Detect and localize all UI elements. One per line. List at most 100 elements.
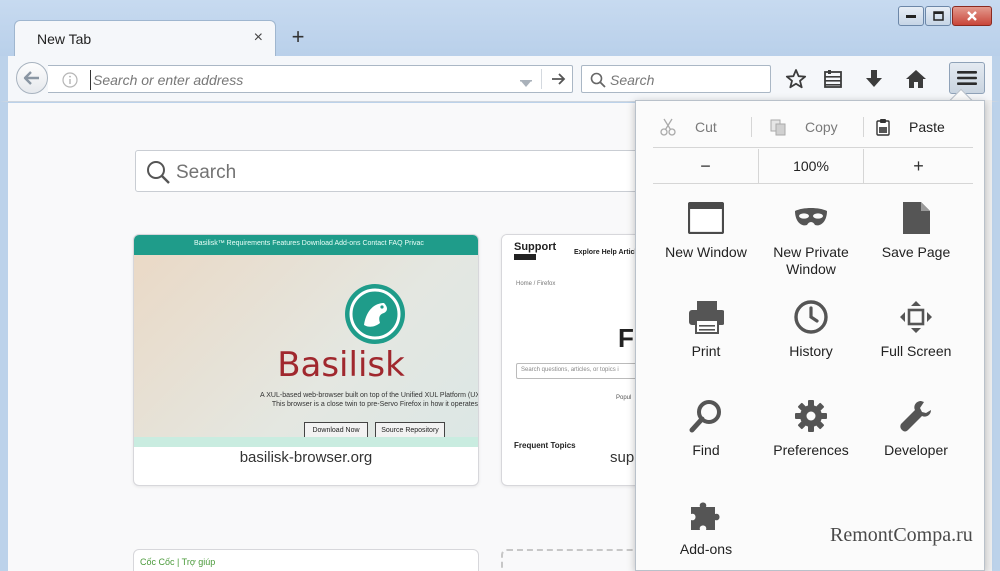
menu-separator <box>653 183 973 184</box>
zoom-out-button[interactable]: − <box>653 149 758 183</box>
support-logo-bar <box>514 254 536 260</box>
copy-icon <box>769 118 787 136</box>
edit-separator <box>751 117 752 137</box>
fullscreen-icon <box>898 299 934 335</box>
maximize-button[interactable] <box>925 6 951 26</box>
add-ons-button[interactable]: Add-ons <box>653 497 759 571</box>
developer-label: Developer <box>884 442 948 458</box>
watermark-text: RemontCompa.ru <box>830 524 973 546</box>
print-button[interactable]: Print <box>653 299 759 389</box>
search-input[interactable] <box>610 70 760 90</box>
info-icon[interactable] <box>62 72 78 93</box>
basilisk-footer-strip <box>134 437 478 447</box>
back-button[interactable] <box>16 62 48 94</box>
page-search-box[interactable]: Search <box>135 150 655 192</box>
basilisk-hero: Basilisk A XUL-based web-browser built o… <box>134 255 479 440</box>
minimize-icon <box>906 15 916 18</box>
clipboard-icon <box>875 118 891 136</box>
basilisk-desc-line2: This browser is a close twin to pre-Serv… <box>271 401 479 408</box>
basilisk-nav: Basilisk™ Requirements Features Download… <box>194 240 424 247</box>
new-tab-button[interactable]: + <box>287 24 309 50</box>
scissors-icon <box>659 118 677 136</box>
clock-icon <box>793 299 829 335</box>
support-breadcrumb: Home / Firefox <box>516 281 556 287</box>
new-window-icon <box>688 200 724 236</box>
edit-controls: Cut Copy Paste <box>653 109 973 145</box>
save-page-icon <box>898 200 934 236</box>
cut-button[interactable]: Cut <box>659 109 717 145</box>
preferences-button[interactable]: Preferences <box>758 398 864 488</box>
gear-icon <box>793 398 829 434</box>
wrench-icon <box>898 398 934 434</box>
find-label: Find <box>692 442 720 458</box>
close-icon <box>967 11 977 21</box>
open-menu-button[interactable] <box>949 62 985 94</box>
new-window-button[interactable]: New Window <box>653 200 759 290</box>
tab-close-button[interactable]: × <box>254 29 263 47</box>
page-scrollbar[interactable] <box>985 100 992 571</box>
new-private-window-button[interactable]: New Private Window <box>758 200 864 290</box>
new-window-label: New Window <box>665 244 747 260</box>
tab-new-tab[interactable]: New Tab × <box>14 20 276 57</box>
private-mask-icon <box>793 200 829 236</box>
preferences-label: Preferences <box>773 442 849 458</box>
top-site-tile-basilisk[interactable]: Basilisk™ Requirements Features Download… <box>133 234 479 486</box>
basilisk-title: Basilisk <box>277 345 405 385</box>
bookmarks-list-icon <box>824 70 842 88</box>
zoom-in-button[interactable]: + <box>864 149 973 183</box>
url-dropdown-icon[interactable] <box>520 75 532 93</box>
basilisk-header: Basilisk™ Requirements Features Download… <box>134 235 478 255</box>
save-page-label: Save Page <box>881 244 951 260</box>
history-label: History <box>789 343 833 359</box>
tile-thumbnail: Basilisk™ Requirements Features Download… <box>134 235 478 447</box>
copy-button[interactable]: Copy <box>769 109 838 145</box>
star-icon <box>785 69 807 89</box>
new-private-window-label: New Private Window <box>773 244 849 277</box>
basilisk-desc-line1: A XUL-based web-browser built on top of … <box>260 392 479 399</box>
back-arrow-icon <box>23 71 39 85</box>
save-page-button[interactable]: Save Page <box>863 200 969 290</box>
tile-caption: basilisk-browser.org <box>239 449 373 466</box>
url-bar[interactable] <box>48 65 573 93</box>
full-screen-label: Full Screen <box>880 343 952 359</box>
top-site-tile-coccoc[interactable]: Cốc Cốc | Trợ giúp <box>133 549 479 571</box>
paste-button[interactable]: Paste <box>875 109 945 145</box>
search-icon <box>146 160 170 189</box>
navigation-toolbar <box>0 56 1000 102</box>
url-separator <box>541 69 542 89</box>
search-bar[interactable] <box>581 65 771 93</box>
close-window-button[interactable] <box>952 6 992 26</box>
print-label: Print <box>691 343 721 359</box>
tab-title: New Tab <box>37 31 92 47</box>
url-input[interactable] <box>90 70 510 90</box>
title-bar: New Tab × + <box>0 0 1000 57</box>
zoom-controls: − 100% + <box>653 149 973 183</box>
bookmarks-menu-button[interactable] <box>818 64 848 94</box>
page-search-placeholder: Search <box>176 162 237 183</box>
history-button[interactable]: History <box>758 299 864 389</box>
edit-separator <box>863 117 864 137</box>
copy-label: Copy <box>805 119 838 135</box>
support-nav: Explore Help Article <box>574 249 641 256</box>
search-icon <box>590 72 606 93</box>
printer-icon <box>688 299 724 335</box>
minimize-button[interactable] <box>898 6 924 26</box>
bookmark-star-button[interactable] <box>781 64 811 94</box>
download-arrow-icon <box>866 70 882 87</box>
magnifier-icon <box>688 398 724 434</box>
find-button[interactable]: Find <box>653 398 759 488</box>
developer-button[interactable]: Developer <box>863 398 969 488</box>
window-controls <box>898 6 992 26</box>
basilisk-description: A XUL-based web-browser built on top of … <box>254 391 479 409</box>
menu-separator <box>653 147 973 148</box>
support-logo: Support <box>514 241 557 253</box>
zoom-reset-button[interactable]: 100% <box>758 149 864 183</box>
full-screen-button[interactable]: Full Screen <box>863 299 969 389</box>
support-popular: Popul <box>616 395 632 401</box>
coccoc-header-text: Cốc Cốc | Trợ giúp <box>140 557 216 567</box>
home-button[interactable] <box>901 64 931 94</box>
go-arrow-icon[interactable] <box>550 71 566 92</box>
downloads-button[interactable] <box>859 64 889 94</box>
basilisk-logo-icon <box>344 283 406 350</box>
puzzle-icon <box>688 497 724 533</box>
